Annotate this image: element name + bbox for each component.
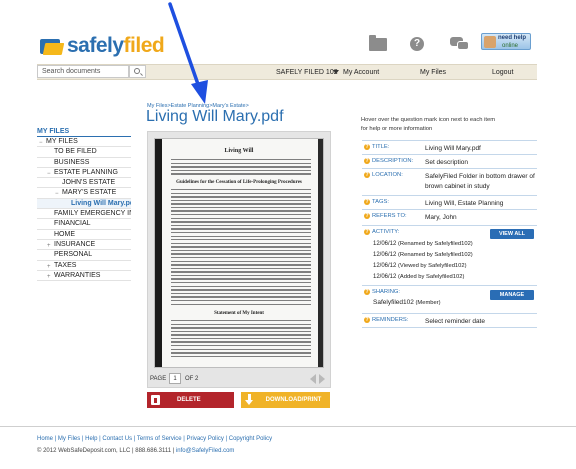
need-help-label: need help [498, 35, 527, 41]
support-agent-icon [484, 36, 496, 48]
help-hint: Hover over the question mark icon next t… [361, 117, 496, 132]
activity-item: 12/06/12 (Viewed by Safelyfiled102) [373, 263, 467, 269]
tree-item-to-be-filed[interactable]: TO BE FILED [37, 147, 131, 158]
view-all-button[interactable]: VIEW ALL [490, 229, 534, 239]
question-mark-icon[interactable]: ? [364, 158, 370, 164]
chat-icon[interactable] [450, 37, 470, 51]
manage-button[interactable]: MANAGE [490, 290, 534, 300]
doc-heading: Living Will [224, 148, 254, 154]
next-page-icon[interactable] [319, 374, 325, 384]
prev-page-icon[interactable] [310, 374, 316, 384]
footer-link-copyright[interactable]: Copyright Policy [229, 436, 272, 442]
collapse-icon[interactable]: − [55, 189, 59, 197]
download-icon [245, 394, 254, 406]
detail-title: ? TITLE: Living Will Mary.pdf [362, 140, 537, 154]
logout-link[interactable]: Logout [492, 69, 513, 76]
sidebar-title: MY FILES [37, 128, 70, 135]
copyright-notice: © 2012 WebSafeDeposit.com, LLC | 888.686… [37, 448, 235, 454]
footer-links: Home | My Files | Help | Contact Us | Te… [37, 436, 273, 442]
need-help-online-button[interactable]: need help online [481, 33, 531, 50]
trash-icon [151, 395, 160, 405]
tree-item-family-emergency-info[interactable]: FAMILY EMERGENCY INFO [37, 209, 131, 220]
footer-link-terms[interactable]: Terms of Service [137, 436, 182, 442]
collapse-icon[interactable]: − [47, 169, 51, 177]
document-page-preview: Living Will Guidelines for the Cessation… [154, 138, 324, 368]
delete-button[interactable]: DELETE [147, 392, 234, 408]
account-name: SAFELY FILED 102 [276, 69, 338, 76]
search-button[interactable] [129, 65, 146, 78]
detail-refers-to: ? REFERS TO: Mary, John [362, 209, 537, 224]
annotation-arrow-icon [168, 2, 208, 104]
footer-divider [0, 426, 576, 427]
question-mark-icon[interactable]: ? [364, 229, 370, 235]
tree-item-johns-estate[interactable]: JOHN'S ESTATE [37, 178, 131, 189]
footer-link-home[interactable]: Home [37, 436, 53, 442]
tree-item-my-files[interactable]: − MY FILES [37, 137, 131, 148]
question-mark-icon[interactable]: ? [364, 144, 370, 150]
chevron-down-icon[interactable] [333, 70, 339, 74]
expand-icon[interactable]: + [47, 262, 51, 270]
tree-item-insurance[interactable]: + INSURANCE [37, 240, 131, 251]
detail-tags: ? TAGS: Living Will, Estate Planning [362, 195, 537, 209]
logo-folder-icon [40, 37, 65, 55]
activity-item: 12/06/12 (Renamed by Safelyfiled102) [373, 252, 473, 258]
question-mark-icon[interactable]: ? [364, 172, 370, 178]
download-print-button[interactable]: DOWNLOAD/PRINT [241, 392, 330, 408]
folder-icon[interactable] [369, 35, 387, 51]
document-viewer[interactable]: Living Will Guidelines for the Cessation… [147, 131, 331, 388]
page-number-input[interactable]: 1 [169, 373, 181, 384]
help-icon[interactable]: ? [410, 37, 424, 51]
logo-text: safelyfiled [67, 34, 165, 57]
tree-item-personal[interactable]: PERSONAL [37, 250, 131, 261]
tree-item-warranties[interactable]: + WARRANTIES [37, 271, 131, 282]
doc-section-heading: Statement of My Intent [214, 311, 264, 316]
footer-link-contact-us[interactable]: Contact Us [102, 436, 132, 442]
search-input[interactable]: Search documents [37, 65, 129, 78]
contact-email-link[interactable]: info@SafelyFiled.com [176, 448, 234, 454]
page-count: OF 2 [185, 376, 199, 382]
tree-item-marys-estate[interactable]: − MARY'S ESTATE [37, 188, 131, 199]
my-account-link[interactable]: My Account [343, 69, 379, 76]
activity-item: 12/06/12 (Renamed by Safelyfiled102) [373, 241, 473, 247]
expand-icon[interactable]: + [47, 241, 51, 249]
tree-item-home[interactable]: HOME [37, 230, 131, 240]
tree-item-financial[interactable]: FINANCIAL [37, 219, 131, 230]
collapse-icon[interactable]: − [39, 138, 43, 146]
expand-icon[interactable]: + [47, 272, 51, 280]
footer-link-my-files[interactable]: My Files [58, 436, 80, 442]
safelyfiled-logo[interactable]: safelyfiled [40, 34, 170, 58]
online-label: online [502, 43, 519, 49]
folder-tree: − MY FILES TO BE FILED BUSINESS − ESTATE P… [37, 137, 131, 282]
tree-item-estate-planning[interactable]: − ESTATE PLANNING [37, 168, 131, 179]
question-mark-icon[interactable]: ? [364, 199, 370, 205]
page-navigator: PAGE 1 OF 2 [147, 372, 331, 386]
doc-section-heading: Guidelines for the Cessation of Life-Pro… [176, 180, 302, 185]
detail-description: ? DESCRIPTION: Set description [362, 154, 537, 168]
tree-item-living-will-mary[interactable]: Living Will Mary.pdf [37, 198, 131, 210]
detail-reminders: ? REMINDERS: Select reminder date [362, 313, 537, 328]
activity-item: 12/06/12 (Added by Safelyfiled102) [373, 274, 465, 280]
page-title: Living Will Mary.pdf [146, 108, 284, 125]
tree-item-taxes[interactable]: + TAXES [37, 261, 131, 271]
question-mark-icon[interactable]: ? [364, 317, 370, 323]
question-mark-icon[interactable]: ? [364, 213, 370, 219]
sharing-member: Safelyfiled102 (Member) [373, 299, 441, 306]
tree-item-business[interactable]: BUSINESS [37, 158, 131, 168]
detail-location: ? LOCATION: SafelyFiled Folder in bottom… [362, 168, 537, 193]
page-label: PAGE [150, 376, 167, 382]
my-files-link[interactable]: My Files [420, 69, 446, 76]
question-mark-icon[interactable]: ? [364, 289, 370, 295]
footer-link-privacy[interactable]: Privacy Policy [187, 436, 224, 442]
footer-link-help[interactable]: Help [85, 436, 97, 442]
